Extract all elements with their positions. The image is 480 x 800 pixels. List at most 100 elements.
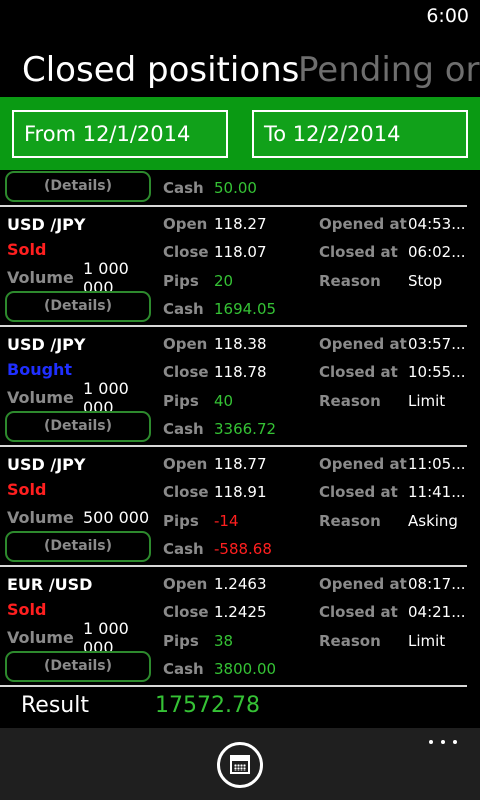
- closed-at-value: 06:02...: [408, 243, 466, 261]
- side-badge: Sold: [7, 600, 47, 619]
- cash-label: Cash: [163, 420, 204, 438]
- close-value: 118.07: [214, 243, 267, 261]
- open-value: 1.2463: [214, 575, 267, 593]
- side-badge: Sold: [7, 240, 47, 259]
- cash-label: Cash: [163, 540, 204, 558]
- volume-label: Volume: [7, 508, 74, 527]
- opened-at-label: Opened at: [319, 335, 407, 353]
- close-value: 118.78: [214, 363, 267, 381]
- positions-list[interactable]: (Details) Cash 50.00 USD /JPY Sold Volum…: [0, 170, 480, 688]
- pivot-tab-closed-positions[interactable]: Closed positions: [22, 48, 299, 92]
- opened-at-value: 11:05...: [408, 455, 466, 473]
- opened-at-label: Opened at: [319, 215, 407, 233]
- open-value: 118.77: [214, 455, 267, 473]
- to-date-picker[interactable]: To 12/2/2014: [252, 110, 468, 158]
- currency-pair: USD /JPY: [7, 335, 86, 354]
- side-badge: Bought: [7, 360, 73, 379]
- open-value: 118.27: [214, 215, 267, 233]
- cash-value: 50.00: [214, 179, 257, 197]
- close-label: Close: [163, 363, 209, 381]
- cash-value: 1694.05: [214, 300, 277, 318]
- more-button[interactable]: [428, 735, 458, 749]
- closed-at-label: Closed at: [319, 483, 398, 501]
- reason-value: Limit: [408, 392, 446, 410]
- volume-label: Volume: [7, 268, 74, 287]
- currency-pair: USD /JPY: [7, 455, 86, 474]
- open-value: 118.38: [214, 335, 267, 353]
- open-label: Open: [163, 215, 208, 233]
- reason-label: Reason: [319, 272, 381, 290]
- result-label: Result: [21, 693, 89, 718]
- open-label: Open: [163, 335, 208, 353]
- opened-at-value: 08:17...: [408, 575, 466, 593]
- closed-at-label: Closed at: [319, 363, 398, 381]
- app-bar: [0, 728, 480, 800]
- reason-value: Asking: [408, 512, 458, 530]
- reason-value: Limit: [408, 632, 446, 650]
- cash-label: Cash: [163, 300, 204, 318]
- pips-value: 20: [214, 272, 234, 290]
- status-bar: 6:00: [0, 0, 480, 32]
- result-bar: Result 17572.78: [0, 688, 480, 728]
- close-value: 118.91: [214, 483, 267, 501]
- volume-value-line1: 1 000: [83, 259, 129, 278]
- closed-at-value: 11:41...: [408, 483, 466, 501]
- list-item[interactable]: USD /JPY Bought Volume 1 000 000 (Detail…: [0, 328, 480, 446]
- cash-value: 3800.00: [214, 660, 277, 678]
- pivot-tab-pending-orders[interactable]: Pending orders: [298, 48, 480, 92]
- cash-label: Cash: [163, 660, 204, 678]
- divider: [0, 685, 467, 687]
- list-item[interactable]: EUR /USD Sold Volume 1 000 000 (Details)…: [0, 568, 480, 686]
- reason-value: Stop: [408, 272, 443, 290]
- pips-label: Pips: [163, 632, 199, 650]
- side-badge: Sold: [7, 480, 47, 499]
- pips-value: 40: [214, 392, 234, 410]
- cash-label: Cash: [163, 179, 204, 197]
- details-button[interactable]: (Details): [5, 411, 151, 442]
- close-label: Close: [163, 483, 209, 501]
- calendar-icon: [230, 755, 250, 774]
- pips-value: -14: [214, 512, 239, 530]
- opened-at-label: Opened at: [319, 455, 407, 473]
- cash-value: -588.68: [214, 540, 272, 558]
- pips-value: 38: [214, 632, 234, 650]
- result-value: 17572.78: [155, 693, 260, 718]
- volume-label: Volume: [7, 388, 74, 407]
- divider: [0, 205, 467, 207]
- reason-label: Reason: [319, 392, 381, 410]
- list-item[interactable]: USD /JPY Sold Volume 1 000 000 (Details)…: [0, 208, 480, 326]
- opened-at-value: 03:57...: [408, 335, 466, 353]
- details-button[interactable]: (Details): [5, 651, 151, 682]
- pivot-header: Closed positions Pending orders: [0, 48, 480, 94]
- from-date-picker[interactable]: From 12/1/2014: [12, 110, 228, 158]
- details-button[interactable]: (Details): [5, 291, 151, 322]
- details-button[interactable]: (Details): [5, 171, 151, 202]
- volume-value: 500 000: [83, 508, 150, 527]
- volume-label: Volume: [7, 628, 74, 647]
- closed-at-label: Closed at: [319, 603, 398, 621]
- status-time: 6:00: [426, 5, 469, 27]
- closed-at-label: Closed at: [319, 243, 398, 261]
- calendar-button[interactable]: [217, 742, 263, 788]
- opened-at-value: 04:53...: [408, 215, 466, 233]
- currency-pair: USD /JPY: [7, 215, 86, 234]
- list-item[interactable]: USD /JPY Sold Volume 500 000 (Details) O…: [0, 448, 480, 566]
- reason-label: Reason: [319, 512, 381, 530]
- pips-label: Pips: [163, 272, 199, 290]
- cash-value: 3366.72: [214, 420, 277, 438]
- divider: [0, 325, 467, 327]
- close-label: Close: [163, 243, 209, 261]
- close-value: 1.2425: [214, 603, 267, 621]
- divider: [0, 565, 467, 567]
- closed-at-value: 10:55...: [408, 363, 466, 381]
- pips-label: Pips: [163, 512, 199, 530]
- open-label: Open: [163, 455, 208, 473]
- reason-label: Reason: [319, 632, 381, 650]
- close-label: Close: [163, 603, 209, 621]
- opened-at-label: Opened at: [319, 575, 407, 593]
- volume-value-line1: 1 000: [83, 619, 129, 638]
- date-range-bar: From 12/1/2014 To 12/2/2014: [0, 97, 480, 170]
- currency-pair: EUR /USD: [7, 575, 93, 594]
- details-button[interactable]: (Details): [5, 531, 151, 562]
- volume-value-line1: 1 000: [83, 379, 129, 398]
